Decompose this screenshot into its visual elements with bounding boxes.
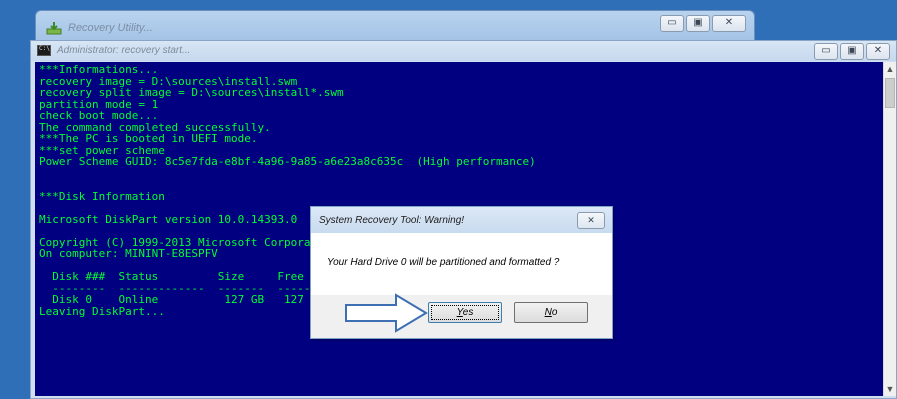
minimize-button[interactable]: ▭	[660, 15, 684, 32]
dialog-titlebar[interactable]: System Recovery Tool: Warning! ✕	[311, 207, 612, 233]
dialog-close-button[interactable]: ✕	[577, 212, 605, 229]
scroll-thumb[interactable]	[885, 78, 895, 108]
scroll-up-icon[interactable]: ▲	[884, 62, 896, 76]
console-title: Administrator: recovery start...	[57, 45, 191, 56]
console-titlebar[interactable]: Administrator: recovery start... ▭ ▣ ✕	[31, 41, 896, 61]
vertical-scrollbar[interactable]: ▲ ▼	[883, 62, 896, 396]
console-line: ***Informations...	[39, 63, 159, 76]
console-line: check boot mode...	[39, 109, 159, 122]
dialog-message: Your Hard Drive 0 will be partitioned an…	[327, 257, 560, 268]
console-line: ***The PC is booted in UEFI mode.	[39, 132, 258, 145]
console-line: recovery split image = D:\sources\instal…	[39, 86, 344, 99]
close-button[interactable]: ✕	[712, 15, 746, 32]
console-line: Power Scheme GUID: 8c5e7fda-e8bf-4a96-9a…	[39, 155, 536, 168]
no-button[interactable]: No	[514, 302, 588, 323]
cmd-icon	[37, 45, 51, 56]
minimize-button[interactable]: ▭	[814, 43, 838, 60]
console-line: ***Disk Information	[39, 189, 165, 203]
recovery-app-icon	[46, 22, 62, 35]
yes-button[interactable]: Yes	[428, 302, 502, 323]
maximize-button[interactable]: ▣	[840, 43, 864, 60]
scroll-down-icon[interactable]: ▼	[884, 382, 896, 396]
maximize-button[interactable]: ▣	[686, 15, 710, 32]
dialog-content: Your Hard Drive 0 will be partitioned an…	[311, 233, 612, 295]
warning-dialog: System Recovery Tool: Warning! ✕ Your Ha…	[310, 206, 613, 339]
arrow-pointer-icon	[345, 293, 428, 333]
close-button[interactable]: ✕	[866, 43, 890, 60]
dialog-title: System Recovery Tool: Warning!	[319, 215, 465, 226]
window-title: Recovery Utility...	[68, 22, 153, 34]
